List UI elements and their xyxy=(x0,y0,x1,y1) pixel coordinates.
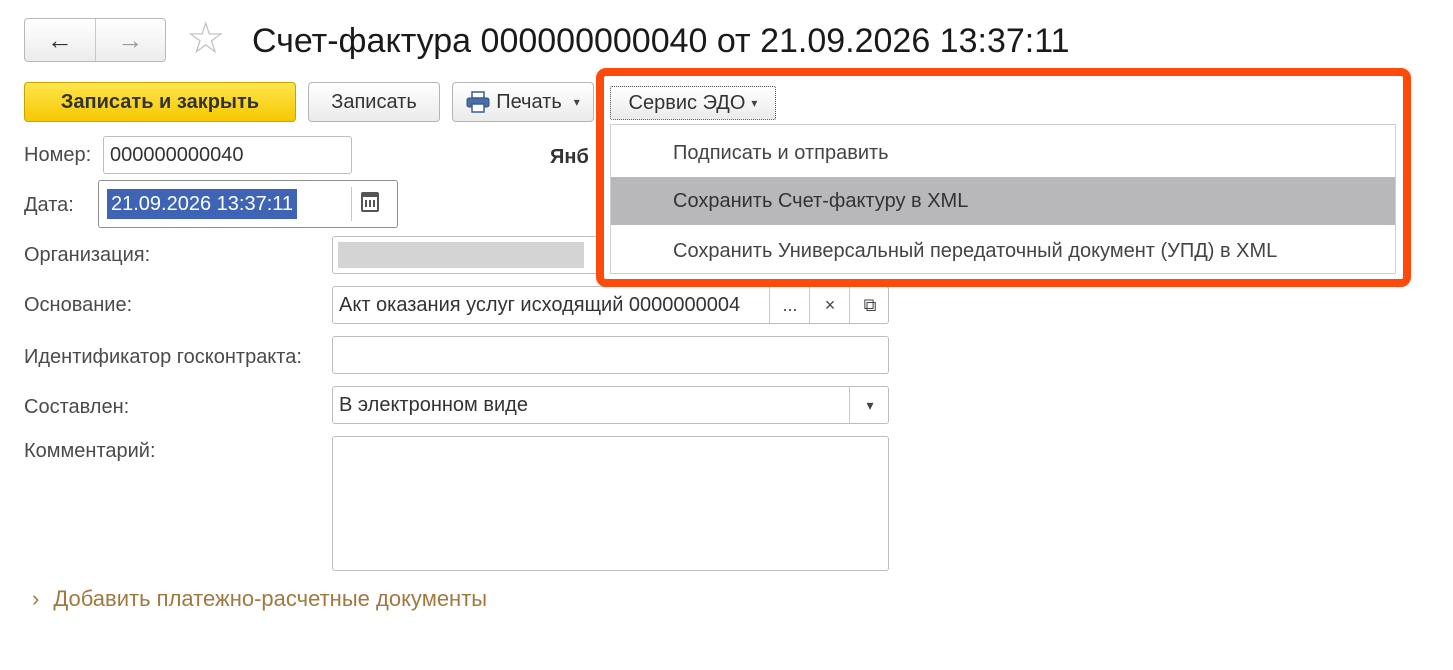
open-icon[interactable]: ⧉ xyxy=(849,287,888,323)
chevron-right-icon: › xyxy=(32,586,40,611)
edo-service-button[interactable]: Сервис ЭДО ▾ xyxy=(610,86,776,120)
add-payment-docs-label: Добавить платежно-расчетные документы xyxy=(53,586,488,611)
select-button[interactable]: ... xyxy=(769,287,810,323)
chevron-down-icon[interactable]: ▾ xyxy=(849,387,888,423)
organization-label: Организация: xyxy=(24,244,151,266)
contract-id-field[interactable] xyxy=(332,336,889,374)
composed-select[interactable]: В электронном виде ▾ xyxy=(332,386,889,424)
add-payment-docs-link[interactable]: › Добавить платежно-расчетные документы xyxy=(32,586,487,612)
number-label: Номер: xyxy=(24,144,92,166)
partial-text: Янб xyxy=(550,146,589,168)
basis-field[interactable]: Акт оказания услуг исходящий 0000000004 … xyxy=(332,286,889,324)
print-button[interactable]: Печать ▾ xyxy=(452,82,594,122)
printer-icon xyxy=(466,91,490,113)
divider xyxy=(351,187,352,221)
contract-id-label: Идентификатор госконтракта: xyxy=(24,346,302,368)
back-arrow-icon[interactable]: ← xyxy=(25,19,96,61)
edo-service-label: Сервис ЭДО xyxy=(628,91,746,114)
comment-label: Комментарий: xyxy=(24,440,156,462)
redacted-organization xyxy=(338,242,584,268)
basis-value: Акт оказания услуг исходящий 0000000004 xyxy=(339,293,741,316)
edo-dropdown-menu: Подписать и отправить Сохранить Счет-фак… xyxy=(610,124,1396,274)
chevron-down-icon: ▾ xyxy=(573,95,580,109)
print-label: Печать xyxy=(496,90,562,113)
composed-value: В электронном виде xyxy=(339,393,528,416)
chevron-down-icon: ▾ xyxy=(751,96,758,110)
menu-item-sign-and-send[interactable]: Подписать и отправить xyxy=(611,129,1395,177)
favorite-star-icon[interactable]: ☆ xyxy=(186,14,225,64)
clear-icon[interactable]: × xyxy=(809,287,850,323)
menu-item-save-upd-xml[interactable]: Сохранить Универсальный передаточный док… xyxy=(611,227,1395,275)
number-field[interactable]: 000000000040 xyxy=(103,136,352,174)
save-button[interactable]: Записать xyxy=(308,82,440,122)
forward-arrow-icon[interactable]: → xyxy=(96,19,166,61)
calendar-icon[interactable] xyxy=(361,192,379,212)
menu-item-save-invoice-xml[interactable]: Сохранить Счет-фактуру в XML xyxy=(611,177,1395,225)
date-value: 21.09.2026 13:37:11 xyxy=(107,189,298,219)
navigation-buttons: ← → xyxy=(24,18,166,62)
save-and-close-button[interactable]: Записать и закрыть xyxy=(24,82,296,122)
date-field[interactable]: 21.09.2026 13:37:11 xyxy=(98,180,398,228)
comment-textarea[interactable] xyxy=(332,436,889,571)
date-label: Дата: xyxy=(24,194,74,216)
page-title: Счет-фактура 000000000040 от 21.09.2026 … xyxy=(252,22,1070,60)
composed-label: Составлен: xyxy=(24,396,130,418)
basis-label: Основание: xyxy=(24,294,133,316)
